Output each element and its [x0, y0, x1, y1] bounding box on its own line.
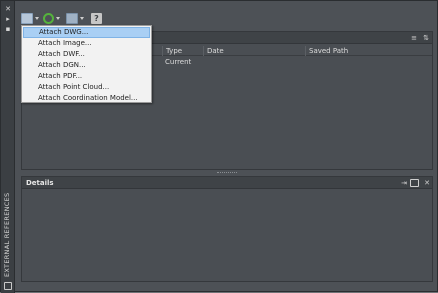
- toggle-preview-icon[interactable]: ⇥: [400, 179, 408, 187]
- row-saved-path: [305, 57, 308, 67]
- column-type[interactable]: Type: [162, 46, 203, 56]
- external-references-palette: ✕ ▸ ▪ EXTERNAL REFERENCES ? ≡ ⇅ Type Dat…: [0, 0, 438, 293]
- chevron-down-icon: [80, 16, 84, 20]
- palette-menu-icon[interactable]: [4, 282, 12, 290]
- menu-item-attach-pdf[interactable]: Attach PDF...: [23, 71, 150, 82]
- column-date[interactable]: Date: [203, 46, 305, 56]
- details-title: Details: [26, 179, 54, 187]
- chevron-down-icon: [56, 16, 60, 20]
- attach-menu: Attach DWG... Attach Image... Attach DWF…: [21, 25, 152, 103]
- menu-item-attach-image[interactable]: Attach Image...: [23, 38, 150, 49]
- splitter-grip: [217, 172, 237, 174]
- list-view-icon[interactable]: ≡: [410, 34, 418, 42]
- change-path-icon: [66, 12, 78, 24]
- details-header: Details ⇥ ✕: [22, 177, 432, 189]
- row-type: Current: [165, 58, 192, 66]
- properties-icon[interactable]: ▪: [3, 24, 13, 34]
- refresh-icon: [43, 12, 54, 24]
- menu-item-attach-point-cloud[interactable]: Attach Point Cloud...: [23, 82, 150, 93]
- preview-image-icon[interactable]: [410, 179, 419, 187]
- attach-dropdown-button[interactable]: [21, 11, 39, 25]
- menu-item-attach-dwf[interactable]: Attach DWF...: [23, 49, 150, 60]
- menu-item-attach-dgn[interactable]: Attach DGN...: [23, 60, 150, 71]
- attach-dwg-icon: [21, 12, 33, 24]
- chevron-down-icon: [35, 16, 39, 20]
- help-button[interactable]: ?: [91, 11, 102, 25]
- palette-title-strip: ✕ ▸ ▪ EXTERNAL REFERENCES: [1, 1, 15, 293]
- menu-item-attach-dwg[interactable]: Attach DWG...: [23, 27, 150, 38]
- column-saved-path[interactable]: Saved Path: [305, 46, 433, 56]
- row-date: [203, 57, 206, 67]
- collapse-icon[interactable]: ✕: [423, 179, 431, 187]
- refresh-dropdown-button[interactable]: [43, 11, 60, 25]
- autohide-icon[interactable]: ▸: [3, 14, 13, 24]
- details-panel: Details ⇥ ✕: [21, 176, 433, 282]
- palette-title: EXTERNAL REFERENCES: [3, 192, 11, 277]
- close-icon[interactable]: ✕: [3, 4, 13, 14]
- menu-item-attach-coordination-model[interactable]: Attach Coordination Model...: [23, 93, 150, 104]
- help-icon: ?: [91, 12, 102, 24]
- change-path-dropdown-button[interactable]: [66, 11, 84, 25]
- tree-view-icon[interactable]: ⇅: [422, 34, 430, 42]
